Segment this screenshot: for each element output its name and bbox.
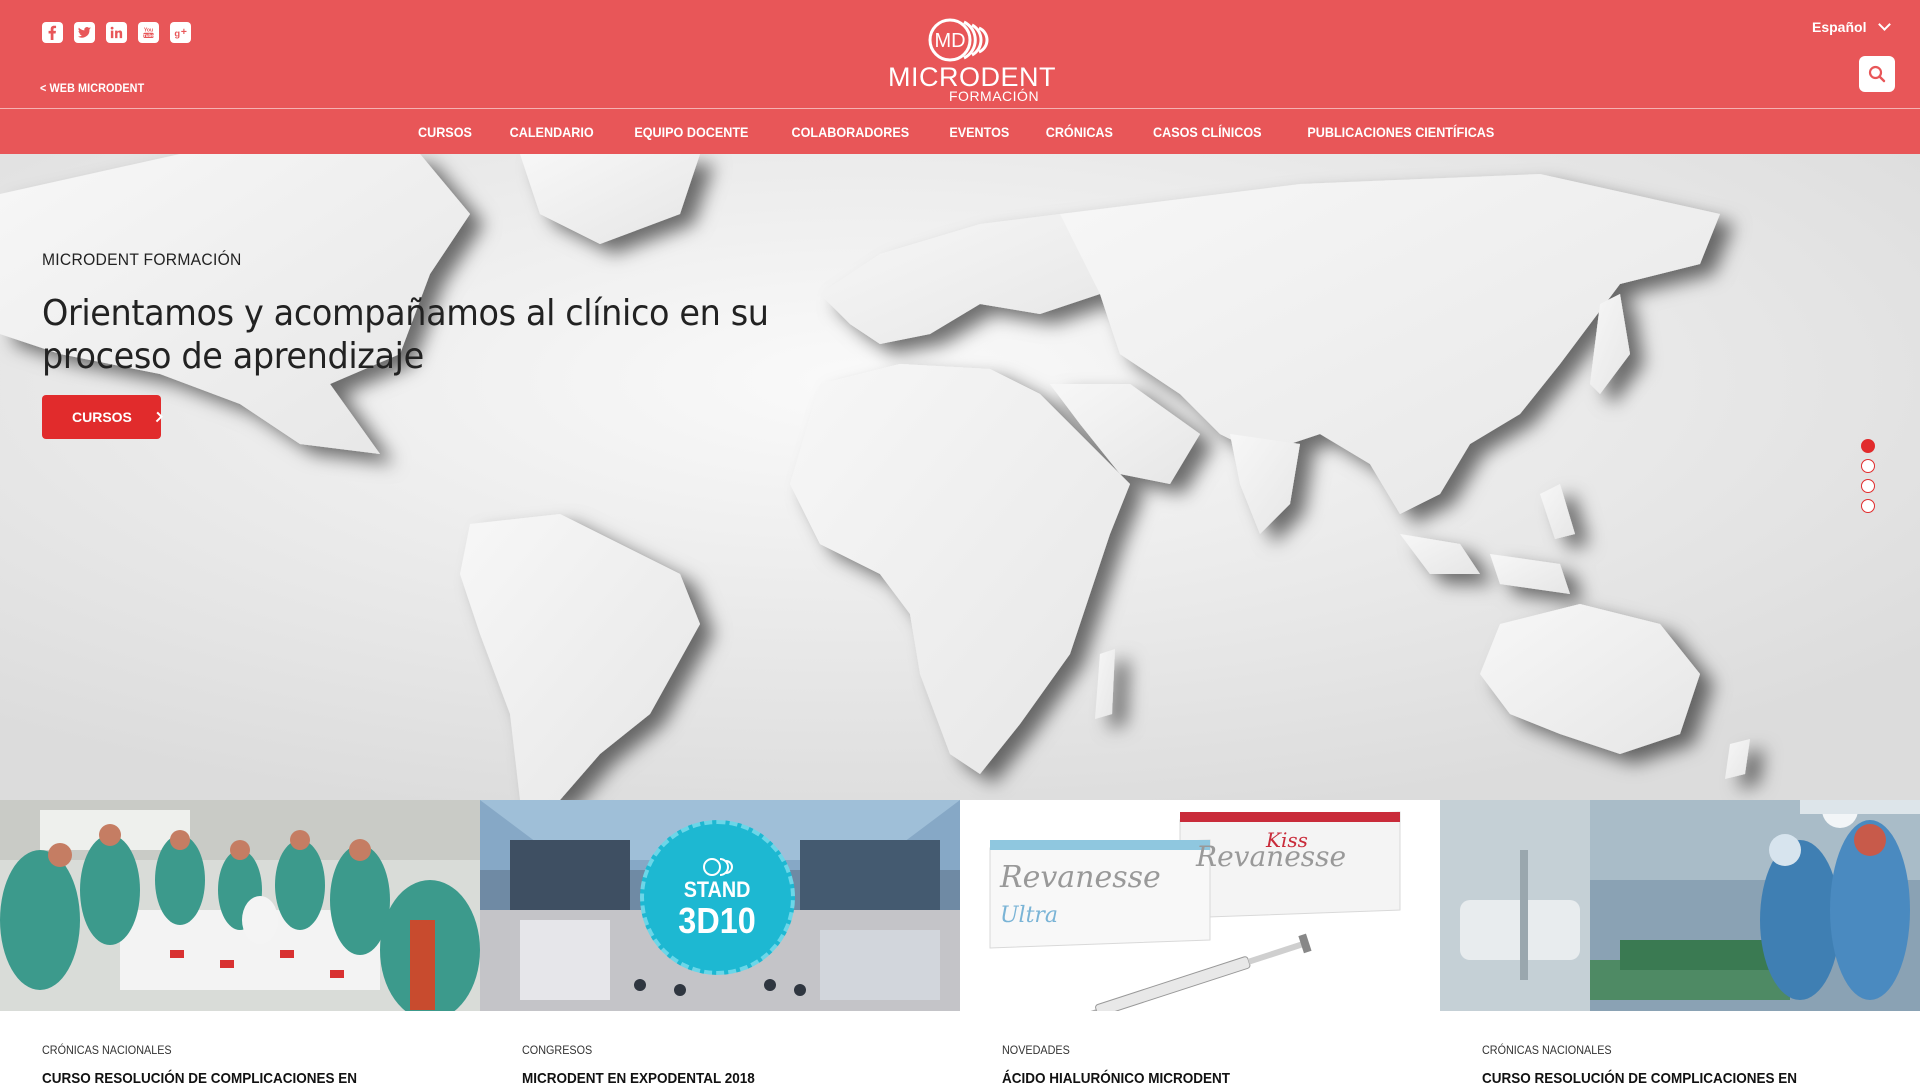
microdent-logo[interactable]: MD MICRODENT FORMACIÓN — [884, 18, 1056, 104]
hero-cta-button[interactable]: CURSOS — [42, 395, 163, 439]
nav-cronicas[interactable]: CRÓNICAS — [1046, 124, 1113, 140]
twitter-icon[interactable] — [74, 22, 95, 43]
card-category: CRÓNICAS NACIONALES — [1482, 1043, 1612, 1057]
logo-monogram: MD — [934, 30, 965, 52]
language-label: Español — [1812, 19, 1867, 35]
youtube-icon[interactable]: You Tube — [138, 22, 159, 43]
nav-colaboradores[interactable]: COLABORADORES — [791, 124, 909, 140]
logo-monogram-icon — [702, 857, 733, 876]
top-bar: You Tube g < WEB MICRODENT MD MICRODENT F… — [0, 0, 1920, 109]
product-variant: Kiss — [1266, 828, 1308, 852]
nav-calendario[interactable]: CALENDARIO — [509, 124, 593, 140]
slide-dot-3[interactable] — [1861, 479, 1875, 493]
linkedin-icon[interactable] — [106, 22, 127, 43]
card-category: CONGRESOS — [522, 1043, 593, 1057]
language-selector[interactable]: Español — [1812, 18, 1892, 35]
back-to-microdent-link[interactable]: < WEB MICRODENT — [40, 81, 144, 95]
news-cards: CRÓNICAS NACIONALES CURSO RESOLUCIÓN DE … — [0, 800, 1920, 1087]
svg-text:Tube: Tube — [143, 33, 154, 38]
nav-eventos[interactable]: EVENTOS — [949, 124, 1009, 140]
chevron-down-icon — [1878, 18, 1892, 31]
product-label-kiss: Kiss Revanesse — [1196, 828, 1396, 873]
hero-eyebrow: MICRODENT FORMACIÓN — [42, 250, 242, 269]
stand-badge: STAND 3D10 — [640, 820, 795, 975]
slide-dot-1[interactable] — [1861, 439, 1875, 453]
hero-cta-label: CURSOS — [72, 409, 132, 425]
nav-casos-clinicos[interactable]: CASOS CLÍNICOS — [1153, 124, 1262, 140]
news-card[interactable]: CRÓNICAS NACIONALES CURSO RESOLUCIÓN DE … — [0, 800, 480, 1087]
social-links: You Tube g — [42, 22, 191, 43]
nav-cursos[interactable]: CURSOS — [418, 124, 472, 140]
product-label-ultra: Revanesse Ultra — [1000, 860, 1200, 930]
news-card[interactable]: Revanesse Ultra Kiss Revanesse NOVEDADES… — [960, 800, 1440, 1087]
product-variant: Ultra — [1000, 903, 1059, 928]
site-header: You Tube g < WEB MICRODENT MD MICRODENT F… — [0, 0, 1920, 154]
slide-dot-2[interactable] — [1861, 459, 1875, 473]
card-title[interactable]: CURSO RESOLUCIÓN DE COMPLICACIONES EN — [1482, 1070, 1797, 1087]
card-title[interactable]: ÁCIDO HIALURÓNICO MICRODENT — [1002, 1070, 1230, 1087]
slide-dot-4[interactable] — [1861, 499, 1875, 513]
logo-monogram-icon: MD — [928, 18, 989, 62]
main-nav: CURSOS CALENDARIO EQUIPO DOCENTE COLABOR… — [0, 110, 1920, 154]
card-title[interactable]: MICRODENT EN EXPODENTAL 2018 — [522, 1070, 755, 1087]
facebook-icon[interactable] — [42, 22, 63, 43]
card-image-surgery — [1440, 800, 1920, 1011]
news-card[interactable]: CRÓNICAS NACIONALES CURSO RESOLUCIÓN DE … — [1440, 800, 1920, 1087]
card-category: CRÓNICAS NACIONALES — [42, 1043, 172, 1057]
slider-pagination — [1861, 439, 1875, 513]
product-name: Revanesse — [1000, 860, 1161, 895]
logo-subtitle: FORMACIÓN — [949, 88, 1040, 104]
world-map-image — [0, 154, 1920, 800]
card-image-revanesse: Revanesse Ultra Kiss Revanesse — [960, 800, 1440, 1011]
svg-text:g: g — [174, 28, 180, 38]
nav-equipo-docente[interactable]: EQUIPO DOCENTE — [634, 124, 748, 140]
search-icon — [1868, 65, 1886, 83]
news-card[interactable]: STAND 3D10 CONGRESOS MICRODENT EN EXPODE… — [480, 800, 960, 1087]
card-title[interactable]: CURSO RESOLUCIÓN DE COMPLICACIONES EN — [42, 1070, 357, 1087]
hero-slider: MICRODENT FORMACIÓN Orientamos y acompañ… — [0, 154, 1920, 800]
card-category: NOVEDADES — [1002, 1043, 1070, 1057]
card-image-expodental: STAND 3D10 — [480, 800, 960, 1011]
stand-badge-line2: 3D10 — [678, 899, 757, 941]
google-plus-icon[interactable]: g — [170, 22, 191, 43]
nav-publicaciones-cientificas[interactable]: PUBLICACIONES CIENTÍFICAS — [1308, 124, 1495, 140]
card-image-course-group — [0, 800, 480, 1011]
hero-headline: Orientamos y acompañamos al clínico en s… — [42, 293, 769, 377]
search-button[interactable] — [1859, 56, 1895, 92]
